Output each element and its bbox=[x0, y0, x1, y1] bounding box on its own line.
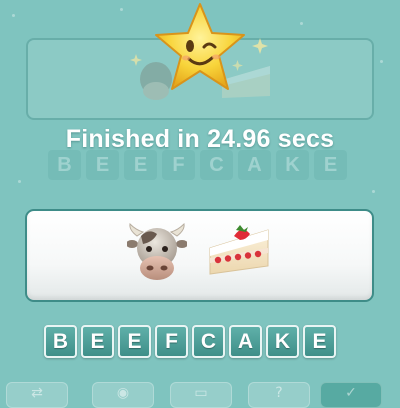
answer-letter-tile[interactable]: B bbox=[44, 325, 77, 358]
sparkle-icon bbox=[252, 38, 268, 54]
faded-answer-tiles: B E E F C A K E bbox=[48, 150, 347, 180]
reveal-button[interactable]: ◉ bbox=[92, 382, 154, 408]
faded-letter-tile: E bbox=[86, 150, 119, 180]
background-dot bbox=[12, 14, 15, 17]
faded-letter-tile: C bbox=[200, 150, 233, 180]
faded-letter-tile: K bbox=[276, 150, 309, 180]
answer-letter-tile[interactable]: A bbox=[229, 325, 262, 358]
background-dot bbox=[120, 8, 123, 11]
answer-letter-tile[interactable]: E bbox=[81, 325, 114, 358]
check-button[interactable]: ✓ bbox=[320, 382, 382, 408]
faded-letter-tile: E bbox=[124, 150, 157, 180]
answer-letter-tile[interactable]: E bbox=[303, 325, 336, 358]
background-dot bbox=[300, 22, 303, 25]
faded-letter-tile: A bbox=[238, 150, 271, 180]
strawberry-shortcake-icon bbox=[209, 225, 269, 275]
answer-letter-tile[interactable]: C bbox=[192, 325, 225, 358]
background-dot bbox=[18, 180, 21, 183]
eye-icon: ◉ bbox=[116, 385, 130, 401]
faded-letter-tile: E bbox=[314, 150, 347, 180]
swap-icon: ⇄ bbox=[31, 385, 43, 401]
emoji-puzzle-card bbox=[25, 209, 374, 302]
winking-star-icon bbox=[155, 3, 245, 90]
answer-letter-tile[interactable]: E bbox=[118, 325, 151, 358]
cow-face-icon bbox=[127, 222, 187, 280]
answer-letter-tile[interactable]: F bbox=[155, 325, 188, 358]
answer-letter-row: B E E F C A K E bbox=[44, 325, 336, 358]
swap-button[interactable]: ⇄ bbox=[6, 382, 68, 408]
help-button[interactable]: ? bbox=[248, 382, 310, 408]
bottom-toolbar: ⇄ ◉ ▭ ? ✓ bbox=[0, 382, 400, 408]
letter-hint-button[interactable]: ▭ bbox=[170, 382, 232, 408]
background-dot bbox=[380, 60, 383, 63]
background-dot bbox=[372, 190, 375, 193]
faded-letter-tile: F bbox=[162, 150, 195, 180]
answer-letter-tile[interactable]: K bbox=[266, 325, 299, 358]
check-icon: ✓ bbox=[345, 385, 357, 401]
faded-letter-tile: B bbox=[48, 150, 81, 180]
help-icon: ? bbox=[275, 385, 283, 401]
sparkle-icon bbox=[130, 54, 142, 66]
letter-icon: ▭ bbox=[194, 385, 208, 401]
